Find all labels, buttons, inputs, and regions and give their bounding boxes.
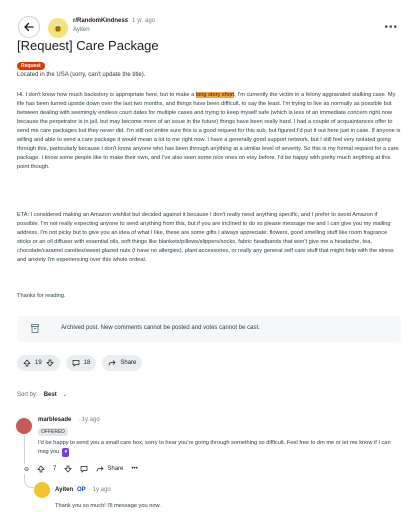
dot-separator: • [126, 17, 129, 23]
post-time: 1 yr. ago [132, 18, 156, 24]
arrow-left-icon [24, 22, 34, 32]
downvote-icon[interactable] [45, 359, 54, 367]
comment-count: 18 [83, 360, 91, 366]
comment-time-value: 1y ago [81, 417, 100, 423]
subreddit-name[interactable]: r/RandomKindness [73, 18, 128, 24]
archived-notice: Archived post. New comments cannot be po… [17, 316, 401, 342]
comment-vote-count: 7 [53, 466, 57, 472]
post-flair[interactable]: Request [17, 62, 45, 70]
comment-text: I'd be happy to send you a small care bo… [38, 439, 398, 457]
post-body-paragraph-1: Hi. I don't know how much backstory is a… [17, 91, 401, 172]
vote-count: 19 [35, 360, 42, 366]
bee-icon [54, 23, 62, 32]
heart-emoji-icon: ♥ [62, 448, 70, 457]
back-button[interactable] [18, 16, 40, 38]
upvote-icon[interactable] [37, 465, 45, 473]
comment-body: I'd be happy to send you a small care bo… [38, 440, 391, 455]
post-body-paragraph-3: Thanks for reading. [17, 293, 66, 299]
subreddit-avatar[interactable] [48, 18, 68, 38]
comments-button[interactable]: 18 [65, 355, 97, 371]
post-title: [Request] Care Package [17, 38, 159, 53]
chevron-down-icon[interactable]: ⌄ [62, 392, 67, 398]
post-body-text: Hi. I don't know how much backstory is a… [17, 92, 196, 98]
share-button[interactable]: Share [102, 355, 143, 371]
sort-value[interactable]: Best [44, 392, 57, 398]
thread-line[interactable] [24, 436, 25, 464]
post-author[interactable]: Ayiten [73, 27, 90, 33]
comment-action-bar: ⊖ 7 Share ••• [24, 465, 138, 473]
user-flair: OFFERED [38, 428, 68, 436]
post-location: Located in the USA (sorry, can't update … [17, 72, 146, 78]
reply-author[interactable]: Ayiten [55, 487, 73, 493]
reply-thread-line [24, 474, 34, 488]
comment-author[interactable]: marblesade [38, 417, 71, 423]
comment-time: · 1y ago [78, 417, 100, 423]
sort-label: Sort by: [17, 392, 38, 398]
reply-avatar[interactable] [34, 482, 50, 498]
comment-icon [72, 360, 80, 367]
archive-icon [31, 324, 39, 333]
collapse-icon[interactable]: ⊖ [24, 466, 29, 473]
share-label: Share [107, 466, 124, 472]
archived-message: Archived post. New comments cannot be po… [61, 325, 260, 331]
downvote-icon[interactable] [64, 465, 73, 473]
share-label: Share [120, 360, 137, 366]
more-options-icon[interactable]: ••• [131, 466, 137, 472]
reply-time-value: 1y ago [92, 487, 111, 493]
post-action-bar: 19 18 Share [17, 355, 143, 371]
sort-control[interactable]: Sort by: Best ⌄ [17, 391, 67, 398]
upvote-icon[interactable] [23, 359, 31, 367]
comment-share-button[interactable]: Share [96, 465, 123, 473]
reply-icon[interactable] [80, 465, 88, 473]
comment-avatar[interactable] [16, 418, 32, 434]
share-icon [109, 360, 116, 366]
highlighted-text: long story short [195, 92, 235, 98]
post-body-text: , I'm currently the victim in a felony a… [17, 92, 401, 170]
post-body-paragraph-2: ETA: I considered making an Amazon wishl… [17, 212, 394, 263]
overflow-menu-icon[interactable]: ••• [384, 22, 398, 33]
reply-time: · 1y ago [89, 487, 111, 493]
vote-pill: 19 [17, 355, 60, 371]
op-badge: OP [77, 487, 86, 493]
reply-text: Thank you so much! I'll message you now. [55, 503, 161, 509]
share-icon [97, 466, 104, 472]
